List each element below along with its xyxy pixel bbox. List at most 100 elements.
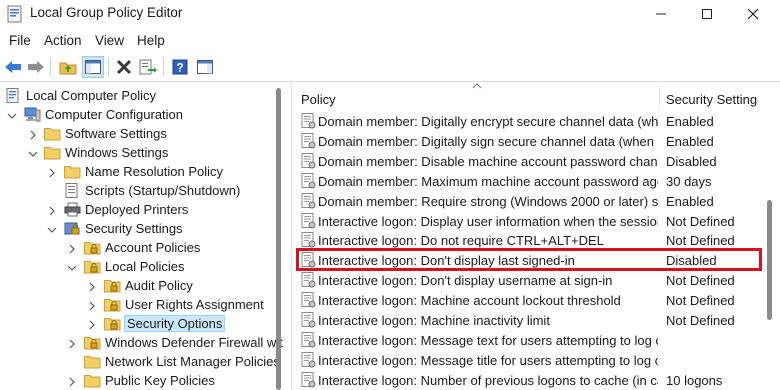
security-setting-cell: Not Defined <box>666 293 735 309</box>
chevron-right-icon[interactable] <box>86 319 98 331</box>
window-title: Local Group Policy Editor <box>30 5 183 20</box>
tree-item-account-policies[interactable]: Account Policies <box>84 238 200 257</box>
computer-icon <box>24 107 41 122</box>
show-action-pane-button[interactable] <box>194 56 216 78</box>
tree-item-computer-configuration[interactable]: Computer Configuration <box>24 105 183 124</box>
column-header-policy[interactable]: Policy <box>301 92 336 107</box>
tree-item-network-list-manager-policies[interactable]: Network List Manager Policies <box>84 352 280 371</box>
security-setting-cell: Disabled <box>666 153 717 169</box>
folder-icon <box>84 375 101 388</box>
tree-item-local-computer-policy[interactable]: Local Computer Policy <box>5 86 156 105</box>
chevron-right-icon[interactable] <box>46 167 58 179</box>
chevron-right-icon[interactable] <box>27 129 39 141</box>
table-row[interactable]: Domain member: Require strong (Windows 2… <box>292 191 767 211</box>
chevron-down-icon[interactable] <box>66 262 78 274</box>
tree-item-public-key-policies[interactable]: Public Key Policies <box>84 371 215 390</box>
export-list-icon <box>139 59 157 75</box>
menu-file[interactable]: File <box>9 30 31 48</box>
chevron-right-icon[interactable] <box>86 300 98 312</box>
tree-item-software-settings[interactable]: Software Settings <box>44 124 167 143</box>
table-row[interactable]: Domain member: Maximum machine account p… <box>292 171 767 191</box>
delete-button[interactable] <box>113 56 135 78</box>
forward-button[interactable] <box>25 56 47 78</box>
security-setting-cell: Not Defined <box>666 213 735 229</box>
policy-setting-icon <box>301 192 316 209</box>
table-row[interactable]: Interactive logon: Machine inactivity li… <box>292 310 767 330</box>
lock-folder-icon <box>84 337 101 350</box>
tree-item-label: Network List Manager Policies <box>105 354 280 369</box>
tree-item-audit-policy[interactable]: Audit Policy <box>104 276 193 295</box>
chevron-right-icon[interactable] <box>66 376 78 388</box>
tree-item-user-rights-assignment[interactable]: User Rights Assignment <box>104 295 264 314</box>
security-setting-cell: Enabled <box>666 133 714 149</box>
console-tree-icon <box>85 60 101 74</box>
column-divider[interactable] <box>659 85 660 109</box>
table-row[interactable]: Interactive logon: Number of previous lo… <box>292 370 767 390</box>
folder-icon <box>44 128 61 141</box>
highlight-annotation <box>296 248 762 271</box>
forward-arrow-icon <box>28 61 44 73</box>
tree-scrollbar[interactable] <box>276 88 281 390</box>
column-header-security-setting[interactable]: Security Setting <box>666 92 757 107</box>
chevron-down-icon[interactable] <box>6 110 18 122</box>
policy-name-cell: Domain member: Require strong (Windows 2… <box>318 193 658 209</box>
menu-view[interactable]: View <box>95 30 124 48</box>
chevron-right-icon[interactable] <box>66 243 78 255</box>
tree-item-local-policies[interactable]: Local Policies <box>84 257 185 276</box>
policy-name-cell: Domain member: Disable machine account p… <box>318 153 658 169</box>
policy-editor-app-icon <box>7 5 22 23</box>
minimize-button[interactable] <box>638 0 684 28</box>
tree-item-label: Account Policies <box>105 240 201 255</box>
policy-name-cell: Domain member: Digitally sign secure cha… <box>318 133 658 149</box>
tree-item-name-resolution-policy[interactable]: Name Resolution Policy <box>64 162 223 181</box>
tree-item-scripts[interactable]: Scripts (Startup/Shutdown) <box>64 181 240 200</box>
table-row[interactable]: Domain member: Disable machine account p… <box>292 151 767 171</box>
policy-setting-icon <box>301 172 316 189</box>
chevron-right-icon[interactable] <box>66 338 78 350</box>
policy-name-cell: Interactive logon: Machine account locko… <box>318 293 621 309</box>
policy-setting-icon <box>301 312 316 328</box>
policy-list: Policy Security Setting Domain member: D… <box>291 83 780 390</box>
tree-item-security-options[interactable]: Security Options <box>104 314 226 333</box>
policy-name-cell: Domain member: Digitally encrypt secure … <box>318 114 658 129</box>
chevron-right-icon[interactable] <box>46 205 58 217</box>
tree-item-security-settings[interactable]: Security Settings <box>64 219 183 238</box>
table-row[interactable]: Interactive logon: Machine account locko… <box>292 290 767 310</box>
close-icon <box>747 8 759 20</box>
table-row[interactable]: Domain member: Digitally sign secure cha… <box>292 131 767 151</box>
policy-name-cell: Interactive logon: Message text for user… <box>318 332 658 348</box>
up-level-button[interactable] <box>57 56 79 78</box>
help-button[interactable]: ? <box>169 56 191 78</box>
list-scrollbar[interactable] <box>767 200 772 320</box>
tree-item-deployed-printers[interactable]: Deployed Printers <box>64 200 188 219</box>
tree-item-windows-settings[interactable]: Windows Settings <box>44 143 168 162</box>
folder-icon <box>84 356 101 369</box>
show-hide-tree-button[interactable] <box>82 56 104 78</box>
security-icon <box>64 222 80 235</box>
toolbar-separator <box>108 58 109 76</box>
table-row[interactable]: Interactive logon: Display user informat… <box>292 211 767 231</box>
table-row[interactable]: Interactive logon: Don't display usernam… <box>292 270 767 290</box>
table-row[interactable]: Interactive logon: Message title for use… <box>292 350 767 370</box>
policy-name-cell: Interactive logon: Number of previous lo… <box>318 372 658 388</box>
menu-help[interactable]: Help <box>137 30 165 48</box>
chevron-down-icon[interactable] <box>27 148 39 160</box>
table-row[interactable]: Interactive logon: Message text for user… <box>292 330 767 350</box>
table-row[interactable]: Domain member: Digitally encrypt secure … <box>292 111 767 131</box>
folder-icon <box>44 147 61 160</box>
chevron-right-icon[interactable] <box>86 281 98 293</box>
policy-name-cell: Interactive logon: Machine inactivity li… <box>318 313 550 328</box>
menu-action[interactable]: Action <box>44 30 82 48</box>
chevron-down-icon[interactable] <box>46 224 58 236</box>
lock-folder-icon <box>104 318 121 331</box>
computer-policy-icon <box>6 88 19 103</box>
export-list-button[interactable] <box>137 56 159 78</box>
minimize-icon <box>656 13 666 15</box>
lock-folder-icon <box>104 299 121 312</box>
security-setting-cell: Enabled <box>666 193 714 209</box>
tree-item-windows-defender-firewall[interactable]: Windows Defender Firewall wit <box>84 333 283 352</box>
back-button[interactable] <box>2 56 24 78</box>
close-button[interactable] <box>730 0 776 28</box>
lock-folder-icon <box>104 280 121 293</box>
maximize-button[interactable] <box>684 0 730 28</box>
